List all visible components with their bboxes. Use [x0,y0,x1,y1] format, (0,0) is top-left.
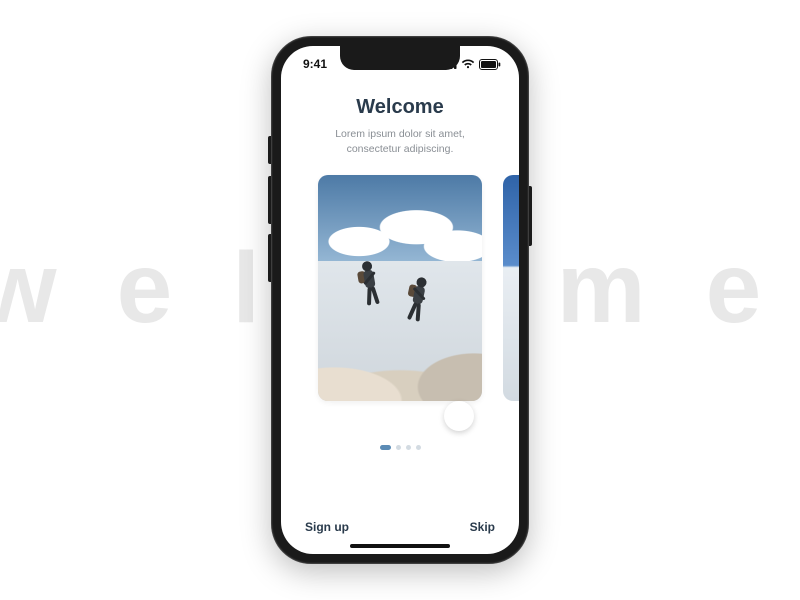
page-indicator [281,445,519,450]
page-dot [406,445,411,450]
page-subtitle: Lorem ipsum dolor sit amet, consectetur … [315,127,485,157]
hero-image-ground [318,261,482,401]
home-indicator[interactable] [350,544,450,548]
phone-power-button [529,186,532,246]
onboarding-footer: Sign up Skip [281,520,519,554]
page-dot [380,445,391,450]
phone-screen: 9:41 Welcome Lorem ipsum dolor sit amet,… [281,46,519,554]
phone-device-frame: 9:41 Welcome Lorem ipsum dolor sit amet,… [271,36,529,564]
carousel-card-active[interactable] [318,175,482,401]
carousel-drag-handle[interactable] [444,401,474,431]
onboarding-carousel[interactable] [281,175,519,423]
page-dot [396,445,401,450]
wifi-icon [461,59,475,69]
page-dot [416,445,421,450]
status-time: 9:41 [303,57,327,71]
page-title: Welcome [281,96,519,119]
signup-button[interactable]: Sign up [305,520,349,534]
skip-button[interactable]: Skip [470,520,495,534]
phone-notch [340,46,460,70]
battery-icon [479,59,501,70]
hero-image-sky [318,175,482,270]
carousel-card-next-peek[interactable] [503,175,519,401]
